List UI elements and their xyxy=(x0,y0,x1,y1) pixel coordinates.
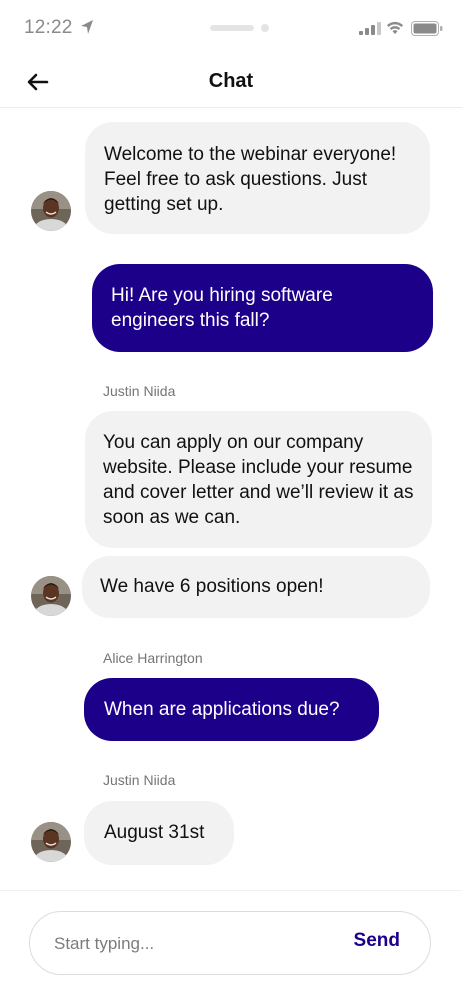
avatar[interactable] xyxy=(31,576,71,616)
speaker-notch xyxy=(210,25,254,31)
cellular-signal-icon xyxy=(359,22,381,35)
message-list[interactable]: Welcome to the webinar everyone! Feel fr… xyxy=(0,108,462,890)
composer-bar: Send xyxy=(0,890,462,999)
avatar[interactable] xyxy=(31,822,71,862)
page-title: Chat xyxy=(208,70,254,92)
location-arrow-icon xyxy=(81,20,93,34)
message-text: Welcome to the webinar everyone! Feel fr… xyxy=(104,144,397,215)
message-bubble-outgoing: When are applications due? xyxy=(84,678,379,741)
avatar[interactable] xyxy=(31,191,71,231)
message-bubble-incoming: August 31st xyxy=(84,801,234,865)
send-button[interactable]: Send xyxy=(354,930,400,952)
message-text: We have 6 positions open! xyxy=(100,576,324,597)
message-bubble-incoming: You can apply on our company website. Pl… xyxy=(85,411,432,548)
chat-header: Chat xyxy=(0,56,462,108)
camera-dot xyxy=(261,24,269,32)
avatar-photo xyxy=(31,822,71,862)
message-text: Hi! Are you hiring software engineers th… xyxy=(111,285,333,331)
sender-name: Justin Niida xyxy=(103,383,176,399)
message-bubble-outgoing: Hi! Are you hiring software engineers th… xyxy=(92,264,433,352)
message-text: You can apply on our company website. Pl… xyxy=(103,432,414,528)
battery-icon xyxy=(411,21,443,36)
composer: Send xyxy=(29,911,431,975)
message-input[interactable] xyxy=(54,930,324,958)
message-text: August 31st xyxy=(104,822,205,843)
message-bubble-incoming: Welcome to the webinar everyone! Feel fr… xyxy=(85,122,430,234)
sender-name: Alice Harrington xyxy=(103,650,203,666)
message-bubble-incoming: We have 6 positions open! xyxy=(82,556,430,618)
avatar-photo xyxy=(31,576,71,616)
wifi-icon xyxy=(387,21,403,34)
sender-name: Justin Niida xyxy=(103,772,176,788)
message-text: When are applications due? xyxy=(104,699,340,720)
avatar-photo xyxy=(31,191,71,231)
status-bar: 12:22 xyxy=(0,0,462,56)
status-time: 12:22 xyxy=(24,17,73,38)
